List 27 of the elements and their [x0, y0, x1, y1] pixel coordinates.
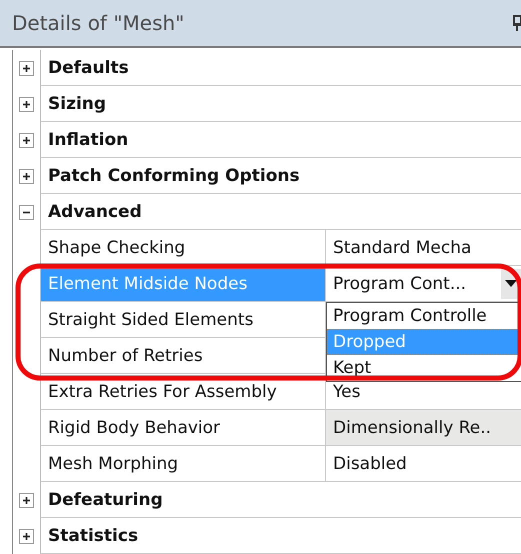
expand-icon[interactable] — [19, 132, 34, 148]
property-name[interactable]: Shape Checking — [40, 230, 326, 266]
group-header[interactable]: Patch Conforming Options — [40, 158, 521, 194]
property-name[interactable]: Mesh Morphing — [40, 446, 326, 482]
pin-icon[interactable] — [513, 15, 521, 31]
group-header[interactable]: Statistics — [40, 518, 521, 554]
dropdown-field[interactable]: Program Cont... — [326, 274, 501, 294]
group-header[interactable]: Sizing — [40, 86, 521, 122]
dropdown-option[interactable]: Program Controlle — [327, 303, 521, 329]
group-header[interactable]: Inflation — [40, 122, 521, 158]
group-header[interactable]: Defaults — [40, 50, 521, 86]
property-name[interactable]: Number of Retries — [40, 338, 326, 374]
expand-icon[interactable] — [19, 60, 34, 76]
group-header[interactable]: Advanced — [40, 194, 521, 230]
property-name[interactable]: Rigid Body Behavior — [40, 410, 326, 446]
expand-icon[interactable] — [19, 492, 34, 508]
expand-icon[interactable] — [19, 96, 34, 112]
expand-icon[interactable] — [19, 168, 34, 184]
panel-title: Details of "Mesh" — [12, 11, 184, 35]
collapse-icon[interactable] — [19, 204, 34, 220]
property-name[interactable]: Extra Retries For Assembly — [40, 374, 326, 410]
property-value: Disabled — [326, 446, 521, 482]
property-value: Dimensionally Re.. — [326, 410, 521, 446]
property-name[interactable]: Straight Sided Elements — [40, 302, 326, 338]
property-value: Standard Mecha — [326, 230, 521, 266]
group-header[interactable]: Defeaturing — [40, 482, 521, 518]
expand-icon[interactable] — [19, 528, 34, 544]
